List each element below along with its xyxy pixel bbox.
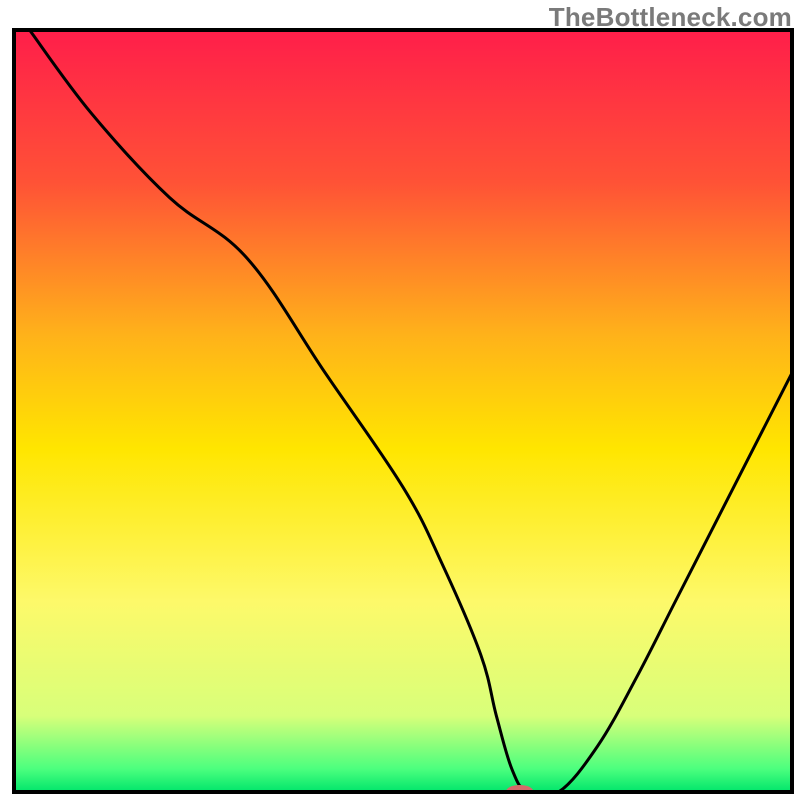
gradient-background bbox=[14, 30, 792, 792]
plot-area bbox=[14, 30, 792, 799]
bottleneck-chart bbox=[0, 0, 800, 800]
chart-container: TheBottleneck.com bbox=[0, 0, 800, 800]
watermark-label: TheBottleneck.com bbox=[549, 2, 792, 33]
